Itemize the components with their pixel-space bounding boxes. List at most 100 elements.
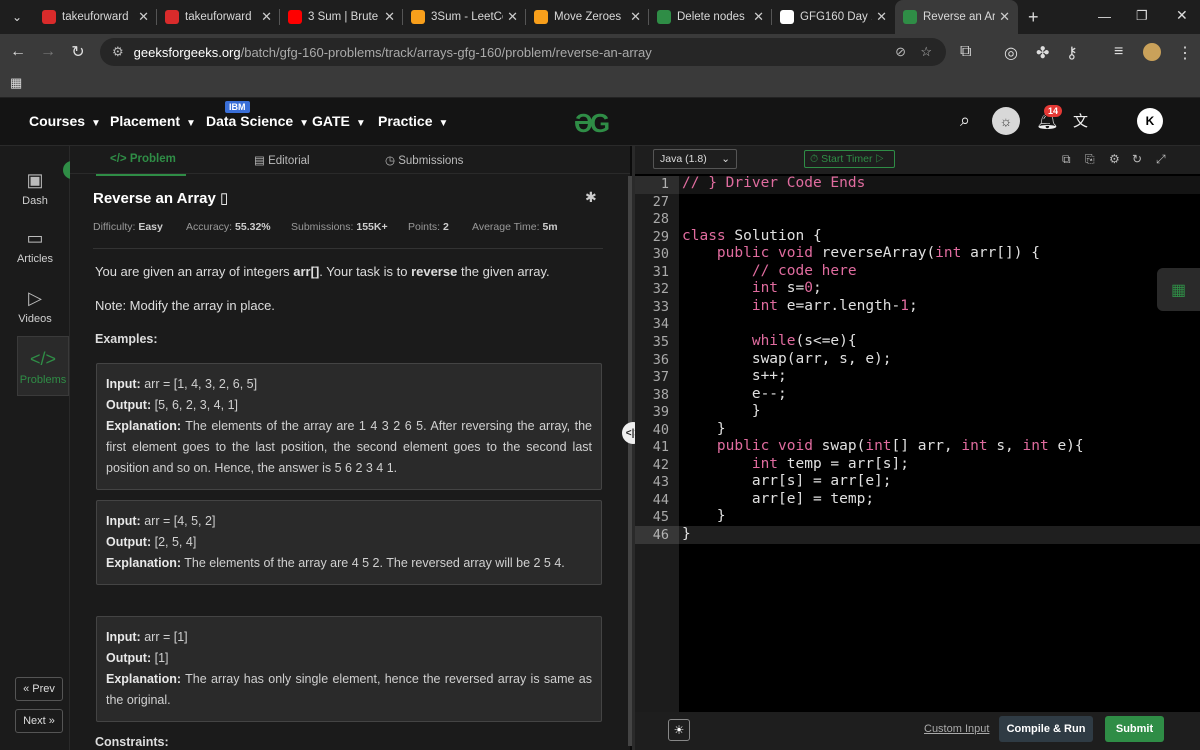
line-number: 32: [652, 281, 669, 298]
theme-toggle-icon[interactable]: ☼: [992, 107, 1020, 135]
close-tab-icon[interactable]: ✕: [876, 9, 887, 25]
nav-data-science[interactable]: Data Science ▼: [206, 113, 309, 129]
meta-value: 55.32%: [235, 221, 271, 233]
report-bug-icon[interactable]: ✱: [585, 189, 597, 206]
code-line[interactable]: // } Driver Code Ends: [682, 175, 865, 191]
nav-placement[interactable]: Placement ▼: [110, 113, 196, 129]
tab-search-icon[interactable]: ⌄: [0, 10, 34, 24]
tab-problem[interactable]: </> Problem: [96, 153, 186, 176]
extension-icon[interactable]: ⧉: [960, 43, 971, 61]
gfg-logo[interactable]: ƏG: [574, 108, 610, 139]
code-line[interactable]: arr[e] = temp;: [682, 491, 874, 507]
extension-2-icon[interactable]: ✤: [1036, 43, 1049, 63]
screenshot-icon[interactable]: ◎: [1004, 43, 1018, 63]
code-line[interactable]: int s=0;: [682, 280, 822, 296]
close-tab-icon[interactable]: ✕: [999, 9, 1010, 25]
prev-button[interactable]: « Prev: [15, 677, 63, 701]
code-line[interactable]: int temp = arr[s];: [682, 456, 909, 472]
close-tab-icon[interactable]: ✕: [630, 9, 641, 25]
site-info-icon[interactable]: ⚙: [112, 44, 124, 60]
custom-input-link[interactable]: Custom Input: [924, 723, 989, 735]
compile-run-button[interactable]: Compile & Run: [999, 716, 1093, 742]
nav-courses[interactable]: Courses ▼: [29, 113, 101, 129]
sidebar-item-problems[interactable]: </> Problems: [17, 336, 69, 396]
code-line[interactable]: e--;: [682, 386, 787, 402]
next-button[interactable]: Next »: [15, 709, 63, 733]
settings-icon[interactable]: ⚙: [1109, 152, 1120, 166]
nav-label: Placement: [110, 113, 181, 129]
sidebar-item-articles[interactable]: ▭ Articles: [0, 228, 70, 265]
browser-tab[interactable]: takeuforward ✕: [34, 0, 157, 34]
browser-tab[interactable]: Delete nodes ✕: [649, 0, 772, 34]
browser-tab[interactable]: 3 Sum | Brute ✕: [280, 0, 403, 34]
code-line[interactable]: }: [682, 403, 761, 419]
copy-icon[interactable]: ⧉: [1062, 152, 1071, 167]
code-line[interactable]: while(s<=e){: [682, 333, 857, 349]
new-tab-button[interactable]: +: [1028, 7, 1039, 28]
code-line[interactable]: int e=arr.length-1;: [682, 298, 918, 314]
code-line[interactable]: }: [682, 421, 726, 437]
minimize-icon[interactable]: —: [1098, 9, 1111, 24]
user-avatar[interactable]: K: [1137, 108, 1163, 134]
start-timer-button[interactable]: ⏱ Start Timer ▷: [804, 150, 895, 168]
browser-tab[interactable]: takeuforward ✕: [157, 0, 280, 34]
line-number: 27: [652, 193, 669, 210]
forward-icon[interactable]: →: [33, 43, 63, 61]
back-icon[interactable]: ←: [3, 43, 33, 61]
lightbulb-icon[interactable]: ☀: [668, 719, 690, 741]
nav-practice[interactable]: Practice ▼: [378, 113, 448, 129]
search-icon[interactable]: ⌕: [960, 110, 970, 131]
restore-icon[interactable]: ❐: [1136, 8, 1148, 24]
media-icon[interactable]: ≡: [1114, 43, 1123, 61]
apps-grid-icon[interactable]: ▦: [10, 75, 22, 91]
code-line[interactable]: }: [682, 526, 691, 542]
chat-icon[interactable]: ▦: [1157, 268, 1200, 311]
sidebar-item-dash[interactable]: ▣ Dash: [0, 170, 70, 207]
code-line[interactable]: // code here: [682, 263, 857, 279]
code-line[interactable]: public void swap(int[] arr, int s, int e…: [682, 438, 1084, 454]
tab-label: Editorial: [268, 155, 310, 167]
bookmark-star-icon[interactable]: ☆: [920, 44, 932, 60]
import-icon[interactable]: ⎘: [1085, 152, 1095, 167]
example-output: Output: [5, 6, 2, 3, 4, 1]: [106, 398, 238, 412]
code-line[interactable]: arr[s] = arr[e];: [682, 473, 892, 489]
submit-button[interactable]: Submit: [1105, 716, 1164, 742]
language-select[interactable]: Java (1.8) ⌄: [653, 149, 737, 169]
browser-menu-icon[interactable]: ⋮: [1177, 43, 1193, 63]
tab-editorial[interactable]: ▤ Editorial: [254, 153, 310, 167]
meta-value: 155K+: [356, 221, 388, 233]
translate-icon[interactable]: 文: [1073, 110, 1088, 131]
code-line[interactable]: }: [682, 508, 726, 524]
close-tab-icon[interactable]: ✕: [753, 9, 764, 25]
password-key-icon[interactable]: ⚷: [1066, 43, 1078, 63]
close-tab-icon[interactable]: ✕: [507, 9, 518, 25]
line-number: 38: [652, 386, 669, 403]
browser-tab[interactable]: GFG160 Day 1 ✕: [772, 0, 895, 34]
leetcode-icon: [411, 10, 425, 24]
browser-tab[interactable]: Reverse an Arr ✕: [895, 0, 1018, 34]
tab-submissions[interactable]: ◷ Submissions: [385, 153, 463, 167]
line-number: 29: [652, 228, 669, 245]
eye-off-icon[interactable]: ⊘: [895, 44, 906, 60]
reset-icon[interactable]: ↻: [1132, 152, 1142, 166]
sidebar-item-videos[interactable]: ▷ Videos: [0, 288, 70, 325]
code-line[interactable]: class Solution {: [682, 228, 822, 244]
active-line-highlight: [635, 526, 1200, 544]
code-line[interactable]: s++;: [682, 368, 787, 384]
browser-tab[interactable]: Move Zeroes ✕: [526, 0, 649, 34]
divider: [93, 248, 603, 249]
fullscreen-icon[interactable]: ⤢: [1156, 152, 1166, 167]
bookmark-icon[interactable]: ▯: [220, 190, 228, 207]
close-window-icon[interactable]: ✕: [1176, 7, 1188, 24]
statement-text: You are given an array of integers: [95, 264, 294, 279]
close-tab-icon[interactable]: ✕: [138, 9, 149, 25]
close-tab-icon[interactable]: ✕: [384, 9, 395, 25]
close-tab-icon[interactable]: ✕: [261, 9, 272, 25]
nav-gate[interactable]: GATE ▼: [312, 113, 366, 129]
code-line[interactable]: public void reverseArray(int arr[]) {: [682, 245, 1040, 261]
url-input[interactable]: ⚙ geeksforgeeks.org/batch/gfg-160-proble…: [100, 38, 946, 66]
browser-tab[interactable]: 3Sum - LeetCo ✕: [403, 0, 526, 34]
code-line[interactable]: swap(arr, s, e);: [682, 351, 892, 367]
reload-icon[interactable]: ↻: [63, 42, 93, 62]
profile-avatar[interactable]: [1143, 43, 1161, 61]
